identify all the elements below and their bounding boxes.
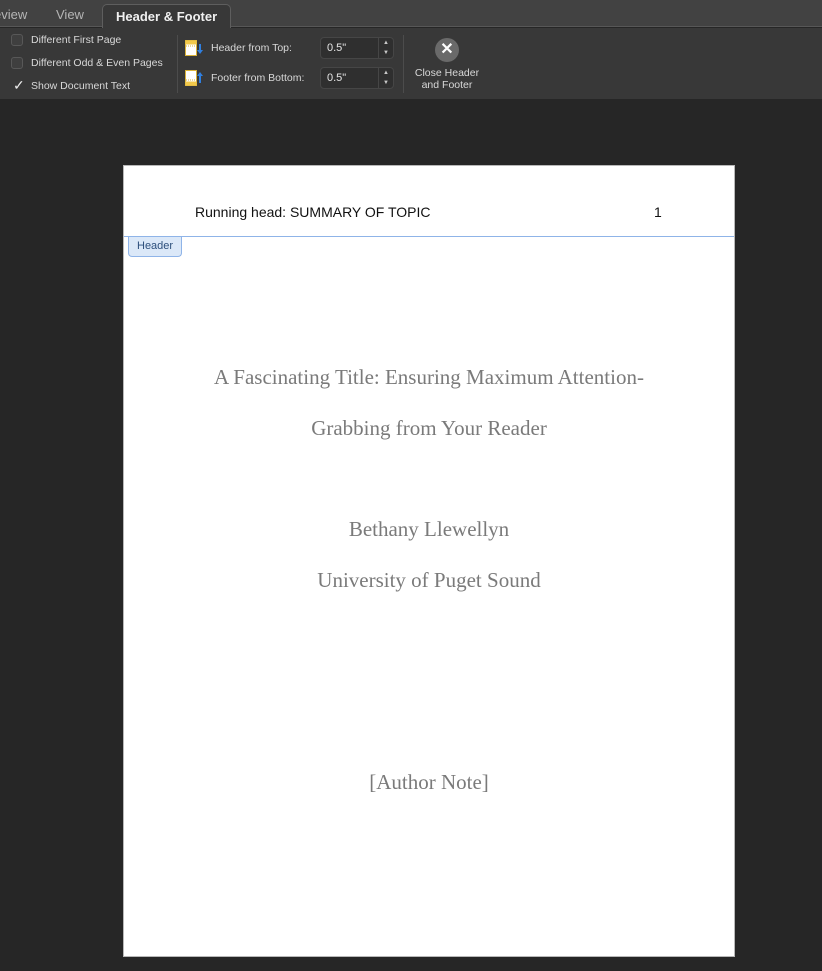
title-line-1: A Fascinating Title: Ensuring Maximum At…: [214, 365, 644, 389]
header-from-top-stepper[interactable]: 0.5" ▲ ▼: [320, 37, 394, 59]
ribbon-tab-bar: eview View Header & Footer: [0, 0, 822, 29]
header-from-top-value[interactable]: 0.5": [327, 38, 346, 59]
footer-from-bottom-group: Footer from Bottom:: [185, 67, 304, 89]
footer-from-bottom-value[interactable]: 0.5": [327, 68, 346, 89]
title-line-2: Grabbing from Your Reader: [311, 416, 547, 440]
page-number[interactable]: 1: [654, 204, 662, 220]
header-from-top-group: Header from Top:: [185, 37, 292, 59]
different-odd-even-label: Different Odd & Even Pages: [31, 57, 163, 69]
header-from-top-label: Header from Top:: [211, 42, 292, 54]
tab-view[interactable]: View: [56, 0, 84, 27]
header-boundary-line: [124, 236, 734, 237]
checkmark-icon: ✓: [13, 77, 25, 93]
show-document-text-label: Show Document Text: [31, 80, 131, 92]
different-first-page-label: Different First Page: [31, 34, 122, 46]
different-first-page-checkbox[interactable]: [11, 34, 23, 46]
decrement-arrow-icon[interactable]: ▼: [379, 78, 393, 88]
different-odd-even-option[interactable]: Different Odd & Even Pages: [11, 55, 163, 71]
header-from-top-arrows: ▲ ▼: [378, 38, 393, 58]
close-header-footer-label: Close Header and Footer: [414, 67, 480, 91]
close-header-footer-button[interactable]: ✕ Close Header and Footer: [410, 38, 484, 91]
increment-arrow-icon[interactable]: ▲: [379, 38, 393, 48]
header-tag: Header: [128, 237, 183, 257]
show-document-text-checkbox[interactable]: ✓: [11, 77, 25, 93]
running-head-text[interactable]: Running head: SUMMARY OF TOPIC: [195, 204, 431, 220]
author-name: Bethany Llewellyn: [348, 517, 510, 541]
header-position-icon: [185, 40, 203, 56]
tab-header-footer[interactable]: Header & Footer: [102, 4, 232, 29]
footer-from-bottom-stepper[interactable]: 0.5" ▲ ▼: [320, 67, 394, 89]
document-page[interactable]: Running head: SUMMARY OF TOPIC 1 Header …: [123, 165, 735, 957]
different-odd-even-checkbox[interactable]: [11, 57, 23, 69]
author-note: [Author Note]: [369, 770, 489, 794]
tab-review[interactable]: eview: [0, 0, 27, 27]
decrement-arrow-icon[interactable]: ▼: [379, 48, 393, 58]
close-icon: ✕: [435, 38, 459, 62]
ribbon-divider: [177, 35, 178, 93]
different-first-page-option[interactable]: Different First Page: [11, 32, 121, 48]
increment-arrow-icon[interactable]: ▲: [379, 68, 393, 78]
show-document-text-option[interactable]: ✓ Show Document Text: [11, 77, 131, 94]
footer-from-bottom-label: Footer from Bottom:: [211, 72, 305, 84]
institution: University of Puget Sound: [317, 568, 541, 592]
footer-position-icon: [185, 70, 203, 86]
header-footer-ribbon: Different First Page Different Odd & Eve…: [0, 28, 822, 99]
ribbon-divider: [403, 35, 404, 93]
footer-from-bottom-arrows: ▲ ▼: [378, 68, 393, 88]
